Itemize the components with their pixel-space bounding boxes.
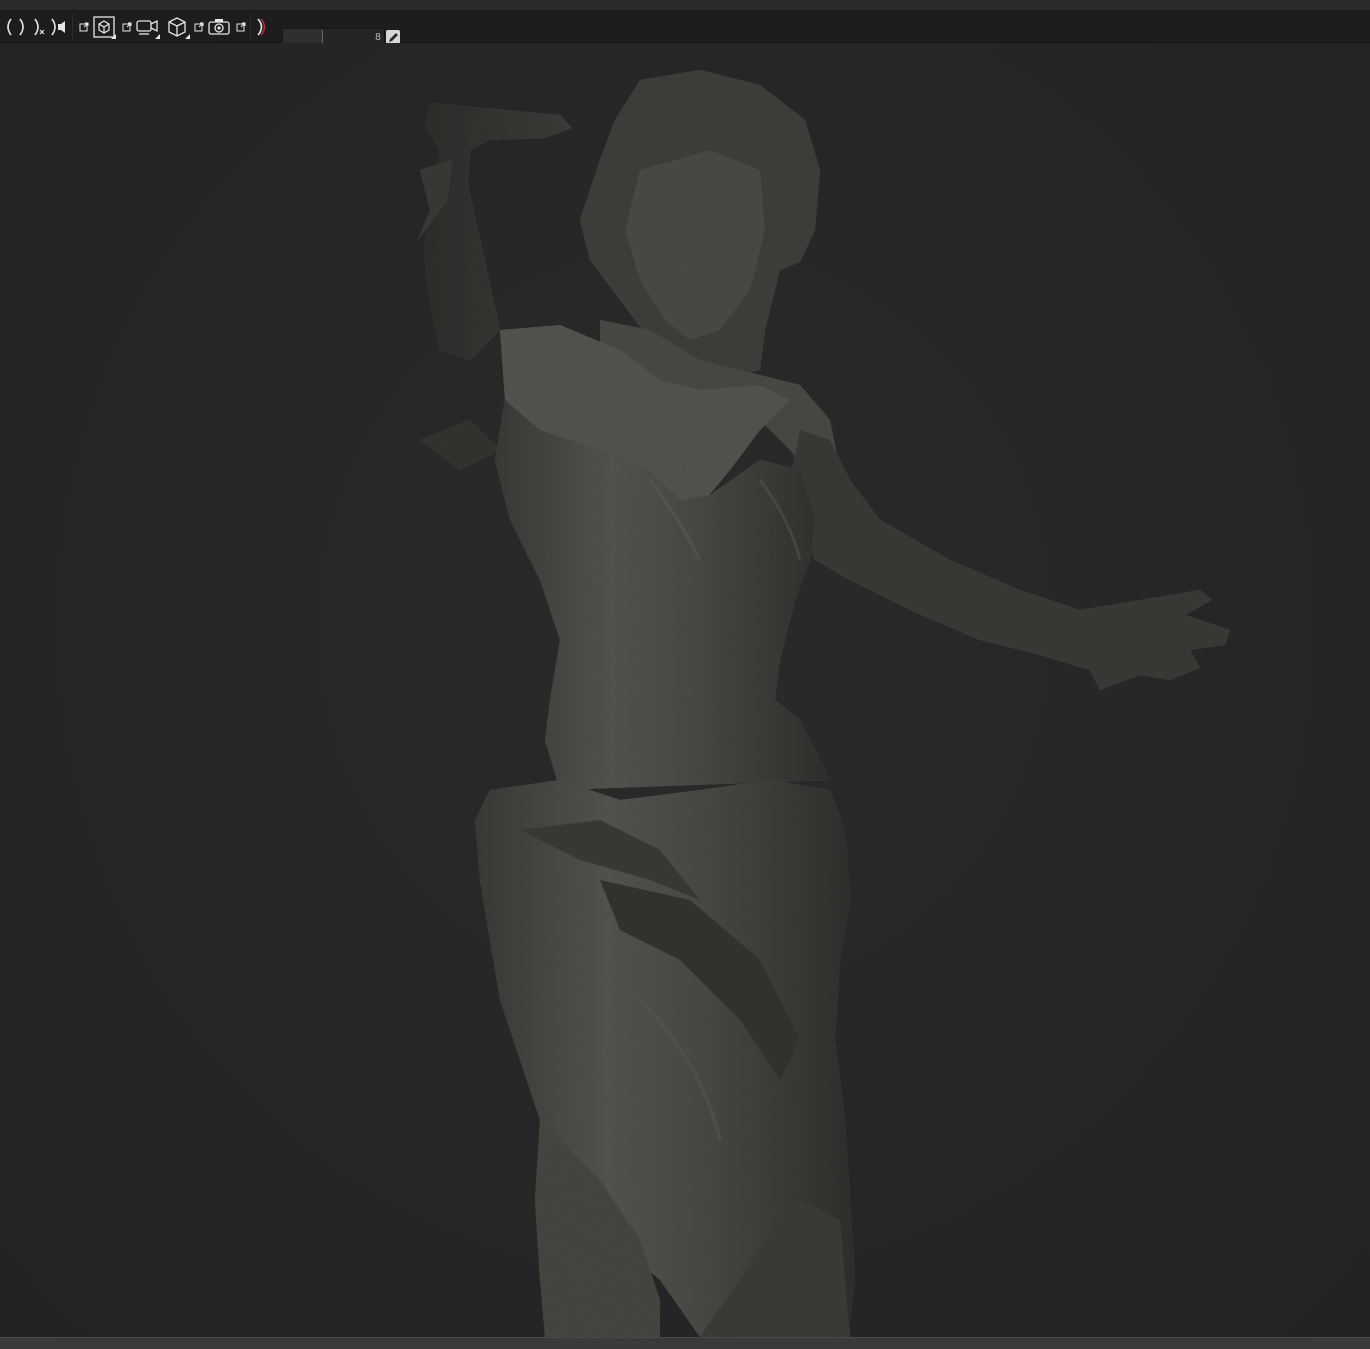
popout-button-2[interactable]: [120, 15, 134, 39]
popout-button-3[interactable]: [192, 15, 206, 39]
bracket-audio-button[interactable]: [48, 15, 70, 39]
bracket-speaker-icon: [51, 18, 65, 36]
camera-view-button[interactable]: [134, 15, 160, 39]
popout-button[interactable]: [78, 15, 90, 39]
bracket-close-clear-icon: [34, 18, 45, 36]
box-select-button[interactable]: [92, 15, 116, 39]
bracket-record-icon: [257, 18, 266, 36]
3d-viewport[interactable]: [0, 43, 1370, 1337]
bracket-open-button[interactable]: [0, 15, 16, 39]
dropdown-corner-icon: [111, 34, 116, 39]
cube-view-button[interactable]: [164, 15, 190, 39]
toolbar-separator: [72, 14, 73, 40]
bracket-group: [0, 13, 75, 41]
app-window: 8: [0, 0, 1370, 1349]
record-bracket-button[interactable]: [253, 15, 269, 39]
bracket-clear-button[interactable]: [30, 15, 48, 39]
statue-model: [418, 70, 1230, 1337]
photo-camera-icon: [208, 19, 230, 35]
status-bar: [0, 1337, 1370, 1349]
toolbar-separator: [250, 14, 251, 40]
edit-value-button[interactable]: [386, 30, 400, 44]
title-strip: [0, 0, 1370, 11]
popout-icon: [79, 22, 89, 32]
view-group: [78, 13, 269, 41]
dropdown-corner-icon: [155, 34, 160, 39]
snapshot-button[interactable]: [206, 15, 232, 39]
popout-icon: [122, 22, 132, 32]
viewer-toolbar: 8: [0, 11, 1370, 47]
popout-icon: [194, 22, 204, 32]
popout-button-4[interactable]: [234, 15, 248, 39]
bracket-open-icon: [7, 18, 12, 36]
popout-icon: [236, 22, 246, 32]
bracket-close-button[interactable]: [16, 15, 30, 39]
dropdown-corner-icon: [185, 34, 190, 39]
bracket-close-icon: [19, 18, 24, 36]
